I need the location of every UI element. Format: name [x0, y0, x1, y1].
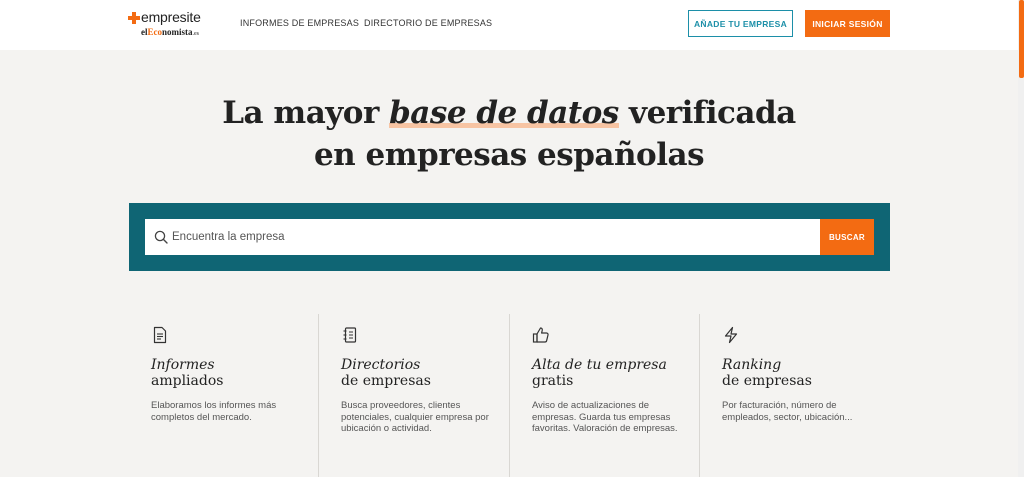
lightning-icon	[724, 326, 738, 344]
scrollbar-thumb[interactable]	[1019, 0, 1024, 78]
plus-logo-icon	[128, 12, 140, 24]
logo-name: empresite	[141, 9, 201, 25]
feature-alta-empresa: Alta de tu empresa gratis Aviso de actua…	[509, 314, 699, 477]
nav-directorio-empresas[interactable]: DIRECTORIO DE EMPRESAS	[364, 18, 492, 28]
document-icon	[153, 326, 167, 344]
feature-title: Alta de tu empresa gratis	[532, 357, 667, 389]
feature-directorios: Directorios de empresas Busca proveedore…	[318, 314, 508, 477]
feature-informes: Informes ampliados Elaboramos los inform…	[129, 314, 319, 477]
feature-description: Elaboramos los informes más completos de…	[151, 400, 277, 423]
hero-title: La mayor base de datos verificada en emp…	[222, 95, 796, 173]
feature-description: Aviso de actualizaciones de empresas. Gu…	[532, 400, 678, 434]
feature-ranking: Ranking de empresas Por facturación, núm…	[699, 314, 889, 477]
search-panel: BUSCAR	[129, 203, 890, 271]
nav-informes-empresas[interactable]: INFORMES DE EMPRESAS	[240, 18, 359, 28]
site-header: empresite elEconomista.es INFORMES DE EM…	[0, 0, 1018, 50]
search-button[interactable]: BUSCAR	[820, 219, 874, 255]
feature-description: Busca proveedores, clientes potenciales,…	[341, 400, 489, 434]
directory-icon	[343, 327, 357, 343]
feature-title: Directorios de empresas	[341, 357, 431, 389]
search-icon	[154, 230, 168, 244]
login-button[interactable]: INICIAR SESIÓN	[805, 10, 890, 37]
feature-title: Ranking de empresas	[722, 357, 812, 389]
empresite-logo[interactable]: empresite elEconomista.es	[128, 9, 208, 41]
thumbs-up-icon	[532, 327, 549, 343]
add-company-button[interactable]: AÑADE TU EMPRESA	[688, 10, 793, 37]
hero-title-highlight: base de datos	[389, 95, 619, 131]
search-field[interactable]	[145, 219, 820, 255]
feature-description: Por facturación, número de empleados, se…	[722, 400, 853, 423]
search-input[interactable]	[172, 219, 812, 255]
logo-subtitle: elEconomista.es	[141, 27, 200, 37]
feature-title: Informes ampliados	[151, 357, 224, 389]
